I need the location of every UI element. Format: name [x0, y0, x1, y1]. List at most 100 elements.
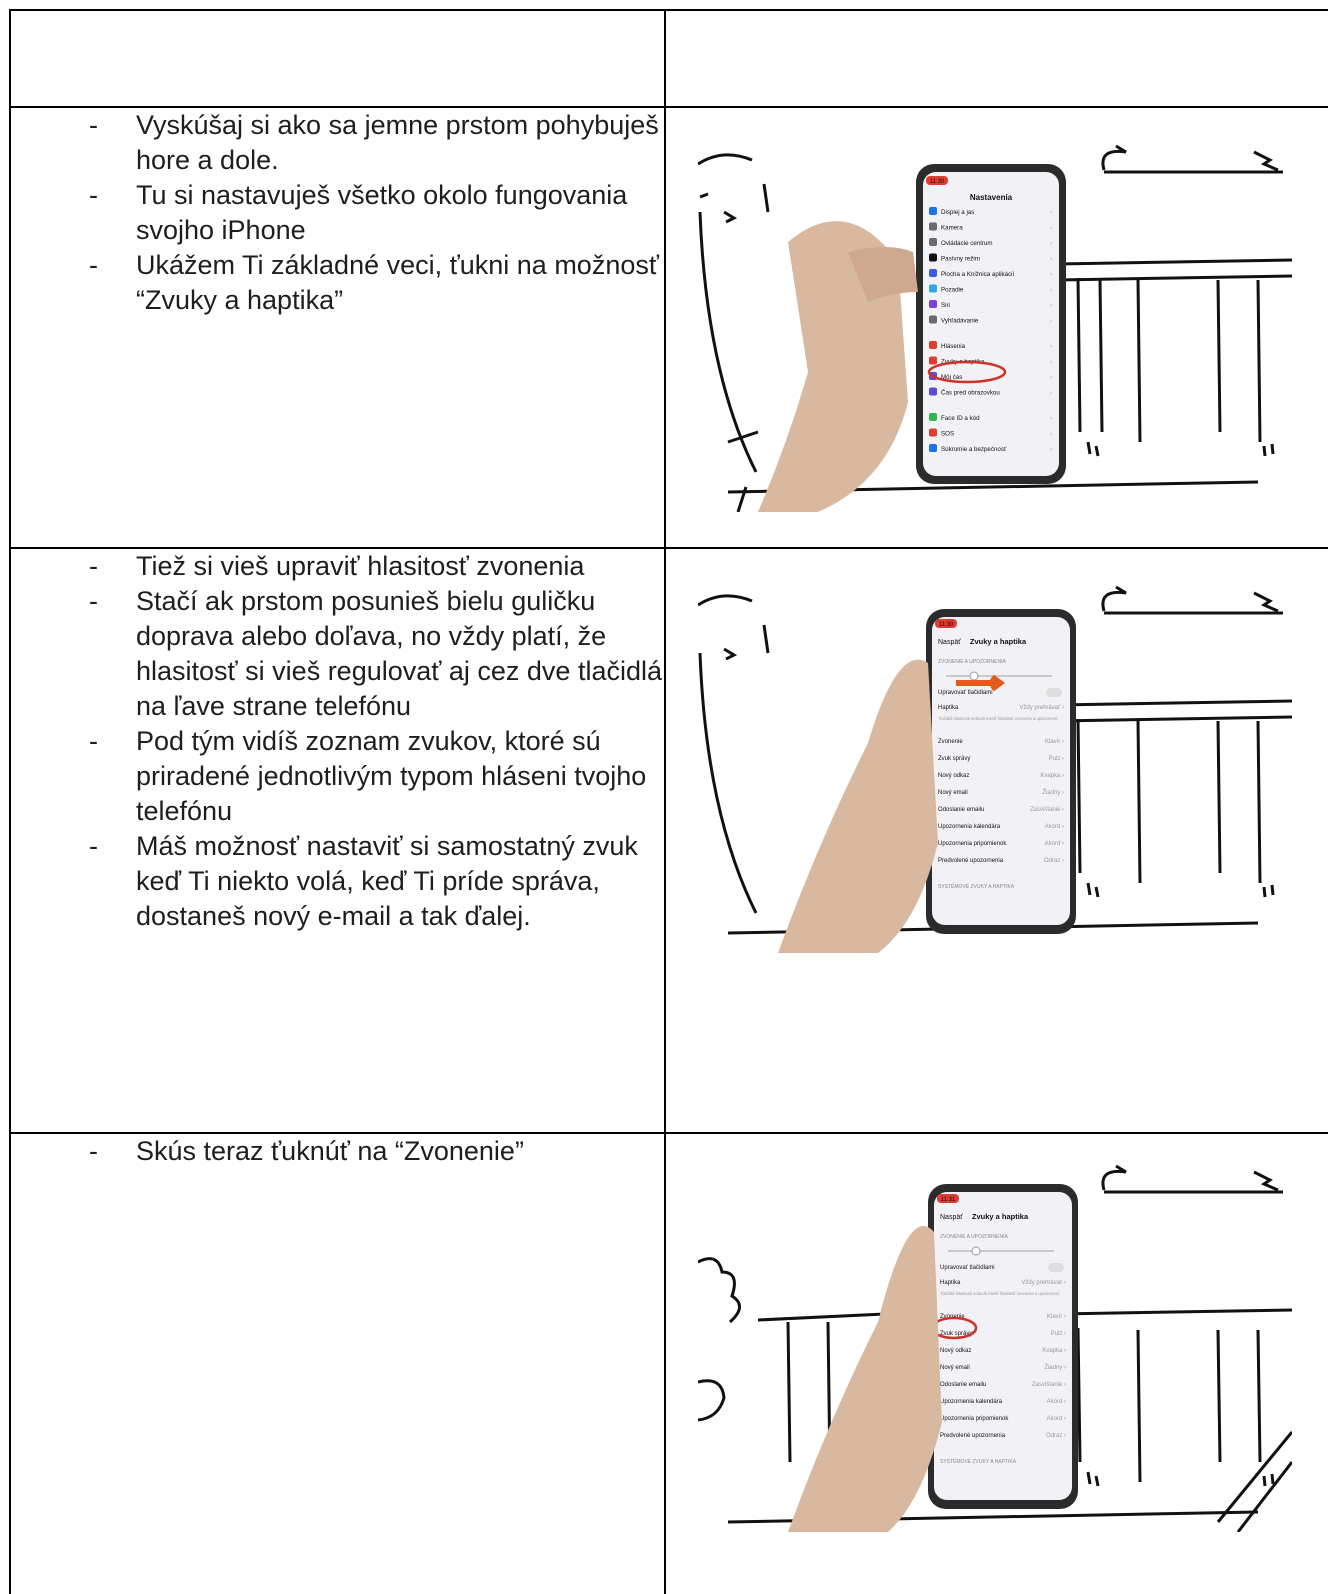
chevron-right-icon: ›: [1050, 225, 1052, 232]
chevron-right-icon: ›: [1050, 302, 1052, 309]
step-2-text-cell: Tiež si vieš upraviť hlasitosť zvonenia …: [9, 547, 666, 1134]
phone-title: Nastavenia: [970, 193, 1013, 202]
chevron-right-icon: ›: [1050, 209, 1052, 216]
settings-item-label: SOS: [941, 431, 954, 438]
settings-item-icon: [929, 300, 937, 308]
settings-item-icon: [929, 269, 937, 277]
chevron-right-icon: ›: [1050, 431, 1052, 438]
step-1-bullets: Vyskúšaj si ako sa jemne prstom pohybuje…: [11, 108, 664, 318]
sound-label: Upozornenia pripomienok: [938, 841, 1007, 847]
haptic-label: Haptika: [938, 705, 959, 711]
bullet: Máš možnosť nastaviť si samostatný zvuk …: [11, 829, 664, 934]
sound-label: Predvolené upozornenia: [940, 1433, 1006, 1439]
phone-time: 11:30: [930, 179, 945, 185]
chevron-right-icon: ›: [1050, 256, 1052, 263]
bullet: Stačí ak prstom posunieš bielu guličku d…: [11, 584, 664, 724]
chevron-right-icon: ›: [1050, 359, 1052, 366]
settings-item-icon: [929, 315, 937, 324]
step-1-illustration: 11:30 Nastavenia Displej a jas › Kamera › Ov…: [698, 144, 1292, 512]
settings-item-label: Hlásenia: [941, 343, 966, 350]
settings-item-icon: [929, 207, 937, 215]
sound-value: Kvapka ›: [1040, 773, 1064, 779]
chevron-right-icon: ›: [1050, 318, 1052, 325]
sound-label: Zvuk správy: [938, 756, 970, 762]
sound-value: Akord ›: [1045, 824, 1064, 830]
step-1-text-cell: Vyskúšaj si ako sa jemne prstom pohybuje…: [9, 106, 666, 549]
sound-value: Zasvištanie ›: [1030, 807, 1064, 813]
settings-item-label: Ovládacie centrum: [941, 240, 993, 247]
section-header: ZVONENIE A UPOZORNENIA: [938, 659, 1006, 665]
settings-item-label: Kamera: [941, 225, 963, 232]
bullet: Skús teraz ťuknúť na “Zvonenie”: [11, 1134, 664, 1169]
chevron-right-icon: ›: [1050, 415, 1052, 422]
sound-value: Akord ›: [1045, 841, 1064, 847]
back-link: Naspäť: [938, 639, 961, 646]
back-link: Naspäť: [940, 1214, 963, 1221]
volume-slider-knob: [969, 671, 979, 681]
settings-item-icon: [929, 356, 937, 365]
sound-label: Upozornenia kalendára: [938, 824, 1001, 830]
step-row-3: Skús teraz ťuknúť na “Zvonenie” 11:31: [9, 1132, 1328, 1594]
chevron-right-icon: ›: [1050, 240, 1052, 247]
settings-item-label: Čas pred obrazovkou: [941, 390, 1000, 397]
volume-note: Tlačidlá hlasitosti nebudú meniť hlasito…: [940, 1291, 1060, 1296]
step-2-illustration: 11:30 Naspäť Zvuky a haptika ZVONENIE A …: [698, 585, 1292, 953]
header-cell-left: [9, 9, 666, 108]
settings-item-icon: [929, 413, 937, 421]
settings-item-icon: [929, 284, 937, 293]
section-header: ZVONENIE A UPOZORNENIA: [940, 1234, 1008, 1240]
step-3-illustration: 11:31 Naspäť Zvuky a haptika ZVONENIE A …: [698, 1164, 1292, 1532]
sound-label: Odoslanie emailu: [940, 1382, 986, 1388]
phone-title: Zvuky a haptika: [970, 637, 1027, 646]
header-row: [9, 9, 1328, 108]
step-3-text-cell: Skús teraz ťuknúť na “Zvonenie”: [9, 1132, 666, 1594]
bullet: Tu si nastavuješ všetko okolo fungovania…: [11, 178, 664, 248]
chevron-right-icon: ›: [1050, 343, 1052, 350]
section-header: SYSTÉMOVÉ ZVUKY A HAPTIKA: [940, 1458, 1017, 1465]
settings-item-icon: [929, 238, 937, 246]
sound-value: Klavír ›: [1047, 1314, 1066, 1320]
phone-time: 11:30: [939, 622, 954, 628]
toggle-switch: [1048, 1263, 1064, 1272]
sound-label: Nový odkaz: [940, 1348, 971, 1354]
sound-value: Odraz ›: [1044, 858, 1064, 864]
step-row-2: Tiež si vieš upraviť hlasitosť zvonenia …: [9, 547, 1328, 1134]
settings-item-label: Súkromie a bezpečnosť: [941, 446, 1007, 453]
section-header: SYSTÉMOVÉ ZVUKY A HAPTIKA: [938, 883, 1015, 890]
sound-label: Odoslanie emailu: [938, 807, 984, 813]
sound-label: Zvonenie: [938, 739, 963, 745]
toggle-label: Upravovať tlačidlami: [940, 1265, 995, 1271]
settings-item-label: Plocha a Knižnica aplikácií: [941, 271, 1015, 278]
sound-value: Odraz ›: [1046, 1433, 1066, 1439]
header-cell-right: [664, 9, 1328, 108]
bullet: Vyskúšaj si ako sa jemne prstom pohybuje…: [11, 108, 664, 178]
sound-value: Akord ›: [1047, 1416, 1066, 1422]
sound-label: Upozornenia pripomienok: [940, 1416, 1009, 1422]
haptic-value: Vždy prehrávať ›: [1019, 705, 1064, 711]
chevron-right-icon: ›: [1050, 446, 1052, 453]
sound-value: Zasvištanie ›: [1032, 1382, 1066, 1388]
sound-value: Klavír ›: [1045, 739, 1064, 745]
toggle-label: Upravovať tlačidlami: [938, 690, 993, 696]
phone-time: 11:31: [941, 1197, 956, 1203]
sound-value: Kvapka ›: [1042, 1348, 1066, 1354]
chevron-right-icon: ›: [1050, 374, 1052, 381]
toggle-switch: [1046, 688, 1062, 697]
sound-value: Pulz ›: [1051, 1331, 1066, 1337]
settings-item-label: Face ID a kód: [941, 415, 980, 422]
sound-value: Žiadny ›: [1042, 788, 1064, 796]
step-3-bullets: Skús teraz ťuknúť na “Zvonenie”: [11, 1134, 664, 1169]
step-2-image-cell: 11:30 Naspäť Zvuky a haptika ZVONENIE A …: [664, 547, 1328, 1134]
settings-item-icon: [929, 428, 937, 437]
hand: [788, 1226, 942, 1532]
bullet: Ukážem Ti základné veci, ťukni na možnos…: [11, 248, 664, 318]
step-row-1: Vyskúšaj si ako sa jemne prstom pohybuje…: [9, 106, 1328, 549]
bullet: Tiež si vieš upraviť hlasitosť zvonenia: [11, 549, 664, 584]
phone-title: Zvuky a haptika: [972, 1212, 1029, 1221]
storyboard-table: Vyskúšaj si ako sa jemne prstom pohybuje…: [9, 9, 1328, 1594]
sound-label: Nový odkaz: [938, 773, 969, 779]
step-1-image-cell: 11:30 Nastavenia Displej a jas › Kamera › Ov…: [664, 106, 1328, 549]
settings-item-icon: [929, 341, 937, 349]
hand: [778, 659, 938, 953]
chevron-right-icon: ›: [1050, 271, 1052, 278]
